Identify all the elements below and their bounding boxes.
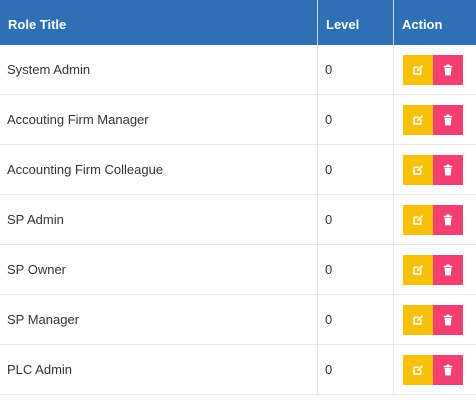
level-cell: 0 (317, 345, 393, 394)
edit-button[interactable] (403, 204, 433, 235)
table-row: PLC Admin 0 (0, 345, 476, 395)
table-row: SP Admin 0 (0, 195, 476, 245)
edit-button[interactable] (403, 104, 433, 135)
delete-button[interactable] (433, 354, 463, 385)
edit-icon (413, 264, 423, 275)
table-row: System Admin 0 (0, 45, 476, 95)
header-action: Action (393, 0, 476, 45)
delete-button[interactable] (433, 104, 463, 135)
action-cell (393, 195, 476, 244)
table-header: Role Title Level Action (0, 0, 476, 45)
level-cell: 0 (317, 195, 393, 244)
trash-icon (443, 114, 453, 125)
trash-icon (443, 164, 453, 175)
trash-icon (443, 264, 453, 275)
table-row: Accounting Firm Colleague 0 (0, 145, 476, 195)
action-cell (393, 145, 476, 194)
edit-button[interactable] (403, 154, 433, 185)
role-title-cell: SP Manager (7, 312, 80, 327)
trash-icon (443, 214, 453, 225)
edit-icon (413, 64, 423, 75)
role-title-cell: Accouting Firm Manager (7, 112, 149, 127)
action-cell (393, 45, 476, 94)
level-cell: 0 (317, 45, 393, 94)
header-role-title: Role Title (8, 17, 67, 32)
action-cell (393, 345, 476, 394)
table-row: SP Owner 0 (0, 245, 476, 295)
role-title-cell: SP Admin (7, 212, 64, 227)
delete-button[interactable] (433, 54, 463, 85)
level-cell: 0 (317, 145, 393, 194)
role-title-cell: System Admin (7, 62, 91, 77)
edit-icon (413, 114, 423, 125)
table-row: Accouting Firm Manager 0 (0, 95, 476, 145)
action-cell (393, 95, 476, 144)
action-cell (393, 245, 476, 294)
roles-table: Role Title Level Action System Admin 0 A… (0, 0, 476, 405)
delete-button[interactable] (433, 254, 463, 285)
table-row: SP Manager 0 (0, 295, 476, 345)
action-cell (393, 295, 476, 344)
level-cell: 0 (317, 295, 393, 344)
trash-icon (443, 64, 453, 75)
edit-button[interactable] (403, 254, 433, 285)
header-level: Level (317, 0, 393, 45)
edit-icon (413, 214, 423, 225)
level-cell: 0 (317, 95, 393, 144)
delete-button[interactable] (433, 304, 463, 335)
edit-button[interactable] (403, 54, 433, 85)
role-title-cell: SP Owner (7, 262, 67, 277)
role-title-cell: Accounting Firm Colleague (7, 162, 164, 177)
delete-button[interactable] (433, 204, 463, 235)
edit-button[interactable] (403, 354, 433, 385)
edit-button[interactable] (403, 304, 433, 335)
level-cell: 0 (317, 245, 393, 294)
role-title-cell: PLC Admin (7, 362, 73, 377)
delete-button[interactable] (433, 154, 463, 185)
trash-icon (443, 314, 453, 325)
edit-icon (413, 314, 423, 325)
trash-icon (443, 364, 453, 375)
edit-icon (413, 164, 423, 175)
table-body: System Admin 0 Accouting Firm Manager 0 (0, 45, 476, 395)
edit-icon (413, 364, 423, 375)
